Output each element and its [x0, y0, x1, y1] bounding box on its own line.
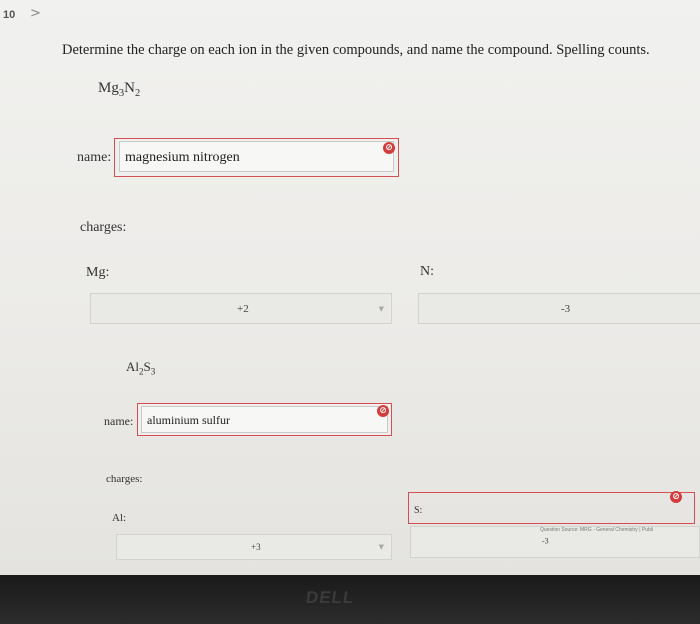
formula-element: Mg — [98, 80, 119, 96]
selected-value: +3 — [251, 542, 261, 552]
compound2-cation-label: Al: — [112, 512, 127, 524]
chevron-down-icon: ▼ — [378, 543, 384, 551]
formula-subscript: 3 — [150, 366, 156, 377]
incorrect-icon: ⊘ — [383, 142, 395, 154]
compound1-cation-label: Mg: — [86, 265, 110, 280]
question-number: 10 — [3, 9, 16, 21]
incorrect-icon: ⊘ — [377, 405, 389, 417]
next-question-icon[interactable]: > — [30, 6, 41, 21]
incorrect-icon: ⊘ — [670, 491, 682, 503]
compound2-charges-label: charges: — [106, 473, 143, 485]
selected-value: -3 — [542, 536, 549, 546]
compound1-anion-charge-select[interactable]: -3 — [418, 293, 700, 324]
compound2-anion-answer-box — [408, 492, 695, 524]
question-prompt: Determine the charge on each ion in the … — [62, 42, 650, 58]
formula-subscript: 2 — [134, 88, 141, 99]
compound1-name-input[interactable]: magnesium nitrogen — [119, 141, 394, 172]
selected-value: +2 — [237, 302, 249, 315]
dell-logo: DELL — [304, 588, 356, 607]
compound2-name-input[interactable]: aluminium sulfur — [141, 406, 388, 433]
compound1-formula: Mg3N2 — [98, 80, 140, 99]
compound1-name-label: name: — [77, 150, 112, 165]
compound2-formula: Al2S3 — [126, 359, 155, 377]
formula-element: Al — [126, 359, 139, 374]
compound2-cation-charge-select[interactable]: +3 ▼ — [116, 534, 392, 560]
compound1-anion-label: N: — [420, 264, 434, 279]
formula-element: N — [124, 80, 135, 96]
formula-element: S — [143, 359, 151, 374]
compound1-cation-charge-select[interactable]: +2 ▼ — [90, 293, 392, 324]
compound1-charges-label: charges: — [80, 220, 127, 235]
selected-value: -3 — [561, 302, 571, 315]
question-source: Question Source: MRG - General Chemistry… — [540, 527, 654, 533]
chevron-down-icon: ▼ — [378, 304, 384, 313]
screen: 10 > Determine the charge on each ion in… — [0, 0, 700, 575]
compound2-name-label: name: — [104, 414, 134, 428]
